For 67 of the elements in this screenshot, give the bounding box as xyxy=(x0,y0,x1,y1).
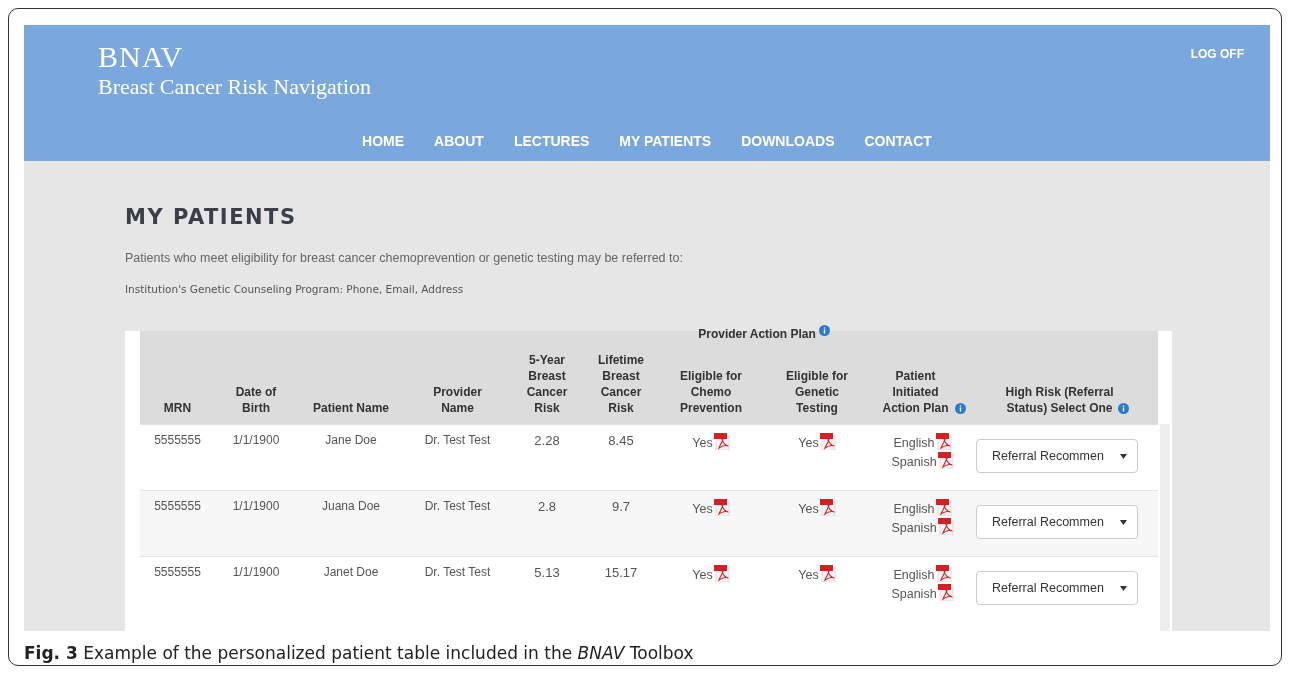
action-plan-language[interactable]: Spanish xyxy=(891,521,937,535)
caret-icon xyxy=(1120,519,1127,525)
table-cell-text: 2.8 xyxy=(536,499,558,516)
pdf-file-icon[interactable] xyxy=(935,565,952,582)
genetic-eligibility-text: Yes xyxy=(798,568,819,582)
table-cell-text: 15.17 xyxy=(603,565,639,582)
table-cell-text: Janet Doe xyxy=(322,565,380,581)
action-plan-language[interactable]: English xyxy=(893,436,935,450)
pdf-file-icon[interactable] xyxy=(937,584,954,601)
referral-status-dropdown[interactable]: Referral Recommen xyxy=(976,439,1138,473)
table-cell-text: 5555555 xyxy=(153,565,202,581)
table-cell-text: 8.45 xyxy=(607,433,635,450)
pdf-file-icon[interactable] xyxy=(819,433,836,450)
pdf-file-icon[interactable] xyxy=(713,499,730,516)
chemo-eligibility-text: Yes xyxy=(692,502,713,516)
action-plan-language[interactable]: English xyxy=(893,502,935,516)
info-icon[interactable] xyxy=(1117,403,1129,414)
pdf-file-icon[interactable] xyxy=(935,433,952,450)
table-cell-text: 1/1/1900 xyxy=(231,565,281,581)
pdf-file-icon[interactable] xyxy=(713,433,730,450)
column-header-label: Patient Initiated Action Plan xyxy=(881,368,950,416)
page-title: MY PATIENTS xyxy=(125,205,297,229)
pdf-file-icon[interactable] xyxy=(937,452,954,469)
pdf-file-icon[interactable] xyxy=(935,499,952,516)
pdf-file-icon[interactable] xyxy=(819,499,836,516)
referral-info-text: Institution's Genetic Counseling Program: Phone, Email, Address xyxy=(125,283,464,295)
pdf-file-icon[interactable] xyxy=(819,565,836,582)
table-cell-text: 2.28 xyxy=(533,433,561,450)
column-header-label: 5-Year Breast Cancer Risk xyxy=(525,352,569,416)
info-icon[interactable] xyxy=(954,403,966,414)
column-header-label: Provider Name xyxy=(432,384,483,416)
pdf-file-icon[interactable] xyxy=(937,518,954,535)
chemo-eligibility-text: Yes xyxy=(692,436,713,450)
action-plan-language[interactable]: Spanish xyxy=(891,587,937,601)
site-subtitle: Breast Cancer Risk Navigation xyxy=(98,73,372,101)
genetic-eligibility-text: Yes xyxy=(798,436,819,450)
action-plan-language[interactable]: English xyxy=(893,568,935,582)
table-cell-text: 5.13 xyxy=(533,565,561,582)
column-header-label: Date of Birth xyxy=(234,384,278,416)
chemo-eligibility-text: Yes xyxy=(692,568,713,582)
pdf-file-icon[interactable] xyxy=(713,565,730,582)
referral-status-dropdown[interactable]: Referral Recommen xyxy=(976,505,1138,539)
action-plan-language[interactable]: Spanish xyxy=(891,455,937,469)
column-group-label: Provider Action Plan xyxy=(698,327,816,341)
table-cell-text: 1/1/1900 xyxy=(231,499,281,515)
genetic-eligibility-text: Yes xyxy=(798,502,819,516)
table-cell-text: 1/1/1900 xyxy=(231,433,281,449)
info-icon[interactable] xyxy=(818,325,830,336)
referral-status-dropdown[interactable]: Referral Recommen xyxy=(976,571,1138,605)
table-cell-text: 9.7 xyxy=(610,499,632,516)
table-cell-text: 5555555 xyxy=(153,433,202,449)
table-cell-text: Dr. Test Test xyxy=(423,433,492,449)
column-header-label: Eligible for Chemo Prevention xyxy=(679,368,743,416)
table-cell-text: Juana Doe xyxy=(320,499,381,515)
column-header-label: Lifetime Breast Cancer Risk xyxy=(597,352,645,416)
figure-caption: Fig. 3 Example of the personalized patient table included in the BNAV Toolbox xyxy=(24,643,695,663)
table-cell-text: Dr. Test Test xyxy=(423,565,492,581)
column-header-label: MRN xyxy=(163,400,192,416)
column-header-label: Patient Name xyxy=(313,400,389,416)
column-header-label: Eligible for Genetic Testing xyxy=(785,368,849,416)
caret-icon xyxy=(1120,585,1127,591)
caret-icon xyxy=(1120,453,1127,459)
intro-text: Patients who meet eligibility for breast cancer chemoprevention or genetic testing may be referred to: xyxy=(125,251,683,265)
table-cell-text: Dr. Test Test xyxy=(423,499,492,515)
table-cell-text: Jane Doe xyxy=(324,433,378,449)
table-cell-text: 5555555 xyxy=(153,499,202,515)
column-header-label: High Risk (Referral Status) Select One xyxy=(1004,384,1115,416)
